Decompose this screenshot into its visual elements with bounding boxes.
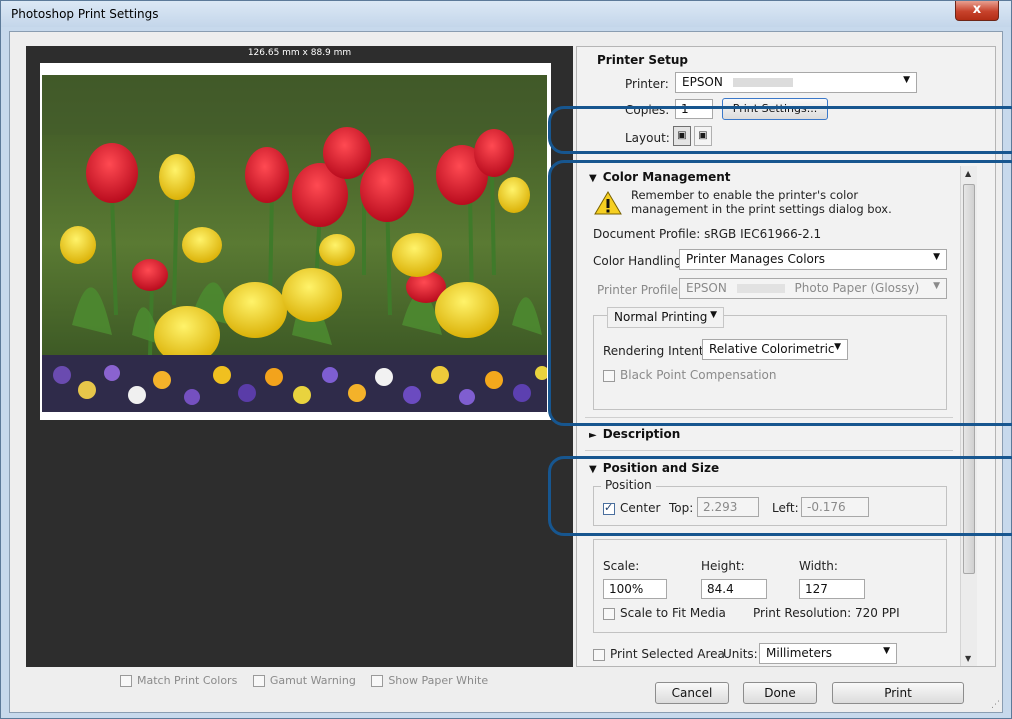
print-resolution: Print Resolution: 720 PPI	[753, 606, 900, 620]
checkbox-box	[593, 648, 605, 661]
units-select[interactable]: Millimeters ▼	[759, 643, 897, 664]
cancel-button[interactable]: Cancel	[655, 682, 729, 704]
print-selected-area-label: Print Selected Area	[610, 647, 725, 661]
section-divider	[585, 450, 953, 451]
printer-setup-title: Printer Setup	[597, 53, 688, 67]
print-settings-window: Photoshop Print Settings x 126.65 mm x 8…	[0, 0, 1012, 719]
checkbox-box	[603, 607, 615, 620]
checkbox-label: Match Print Colors	[137, 674, 238, 687]
done-button[interactable]: Done	[743, 682, 817, 704]
close-button[interactable]: x	[955, 1, 999, 21]
preview-photo	[42, 75, 547, 412]
width-input[interactable]: 127	[799, 579, 865, 599]
gamut-warning-checkbox[interactable]: Gamut Warning	[252, 674, 356, 687]
tulip-photo-image	[42, 75, 547, 412]
chevron-down-icon: ▼	[903, 75, 910, 85]
dimension-label: 126.65 mm x 88.9 mm	[247, 48, 352, 58]
match-print-colors-checkbox[interactable]: Match Print Colors	[120, 674, 237, 687]
units-value: Millimeters	[766, 646, 833, 660]
resize-grip-icon[interactable]: ⋰	[991, 700, 1000, 710]
print-button[interactable]: Print	[832, 682, 964, 704]
height-label: Height:	[701, 559, 745, 573]
show-paper-white-checkbox[interactable]: Show Paper White	[371, 674, 488, 687]
chevron-down-icon: ▼	[883, 646, 890, 656]
scroll-down-icon[interactable]: ▼	[965, 654, 971, 663]
printer-value: EPSON	[682, 75, 723, 89]
fit-media-label: Scale to Fit Media	[620, 606, 726, 620]
description-title[interactable]: ► Description	[589, 427, 680, 441]
window-title: Photoshop Print Settings	[11, 7, 159, 21]
dialog-client: 126.65 mm x 88.9 mm Match Print Colors G…	[9, 31, 1012, 713]
print-selected-area-checkbox[interactable]: Print Selected Area	[593, 647, 725, 661]
layout-highlight-frame	[548, 106, 1012, 154]
title-bar: Photoshop Print Settings x	[1, 1, 1011, 27]
scale-input[interactable]: 100%	[603, 579, 667, 599]
scale-label: Scale:	[603, 559, 640, 573]
checkbox-box	[120, 674, 132, 687]
paper-sheet	[40, 63, 551, 420]
position-highlight-frame	[548, 456, 1012, 536]
checkbox-label: Gamut Warning	[269, 674, 356, 687]
checkbox-box	[371, 674, 384, 687]
color-management-highlight-frame	[548, 160, 1012, 426]
preview-options: Match Print Colors Gamut Warning Show Pa…	[120, 674, 500, 690]
checkbox-label: Show Paper White	[388, 674, 489, 687]
height-input[interactable]: 84.4	[701, 579, 767, 599]
units-label: Units:	[723, 647, 758, 661]
scale-fit-media-checkbox[interactable]: Scale to Fit Media	[603, 606, 726, 620]
redacted-model	[732, 78, 793, 87]
collapsed-triangle-icon: ►	[589, 430, 597, 441]
print-preview: 126.65 mm x 88.9 mm	[26, 46, 573, 667]
printer-select[interactable]: EPSON ▼	[675, 72, 917, 93]
printer-label: Printer:	[625, 77, 669, 91]
description-label: Description	[602, 427, 681, 441]
checkbox-box	[252, 674, 265, 687]
width-label: Width:	[799, 559, 838, 573]
